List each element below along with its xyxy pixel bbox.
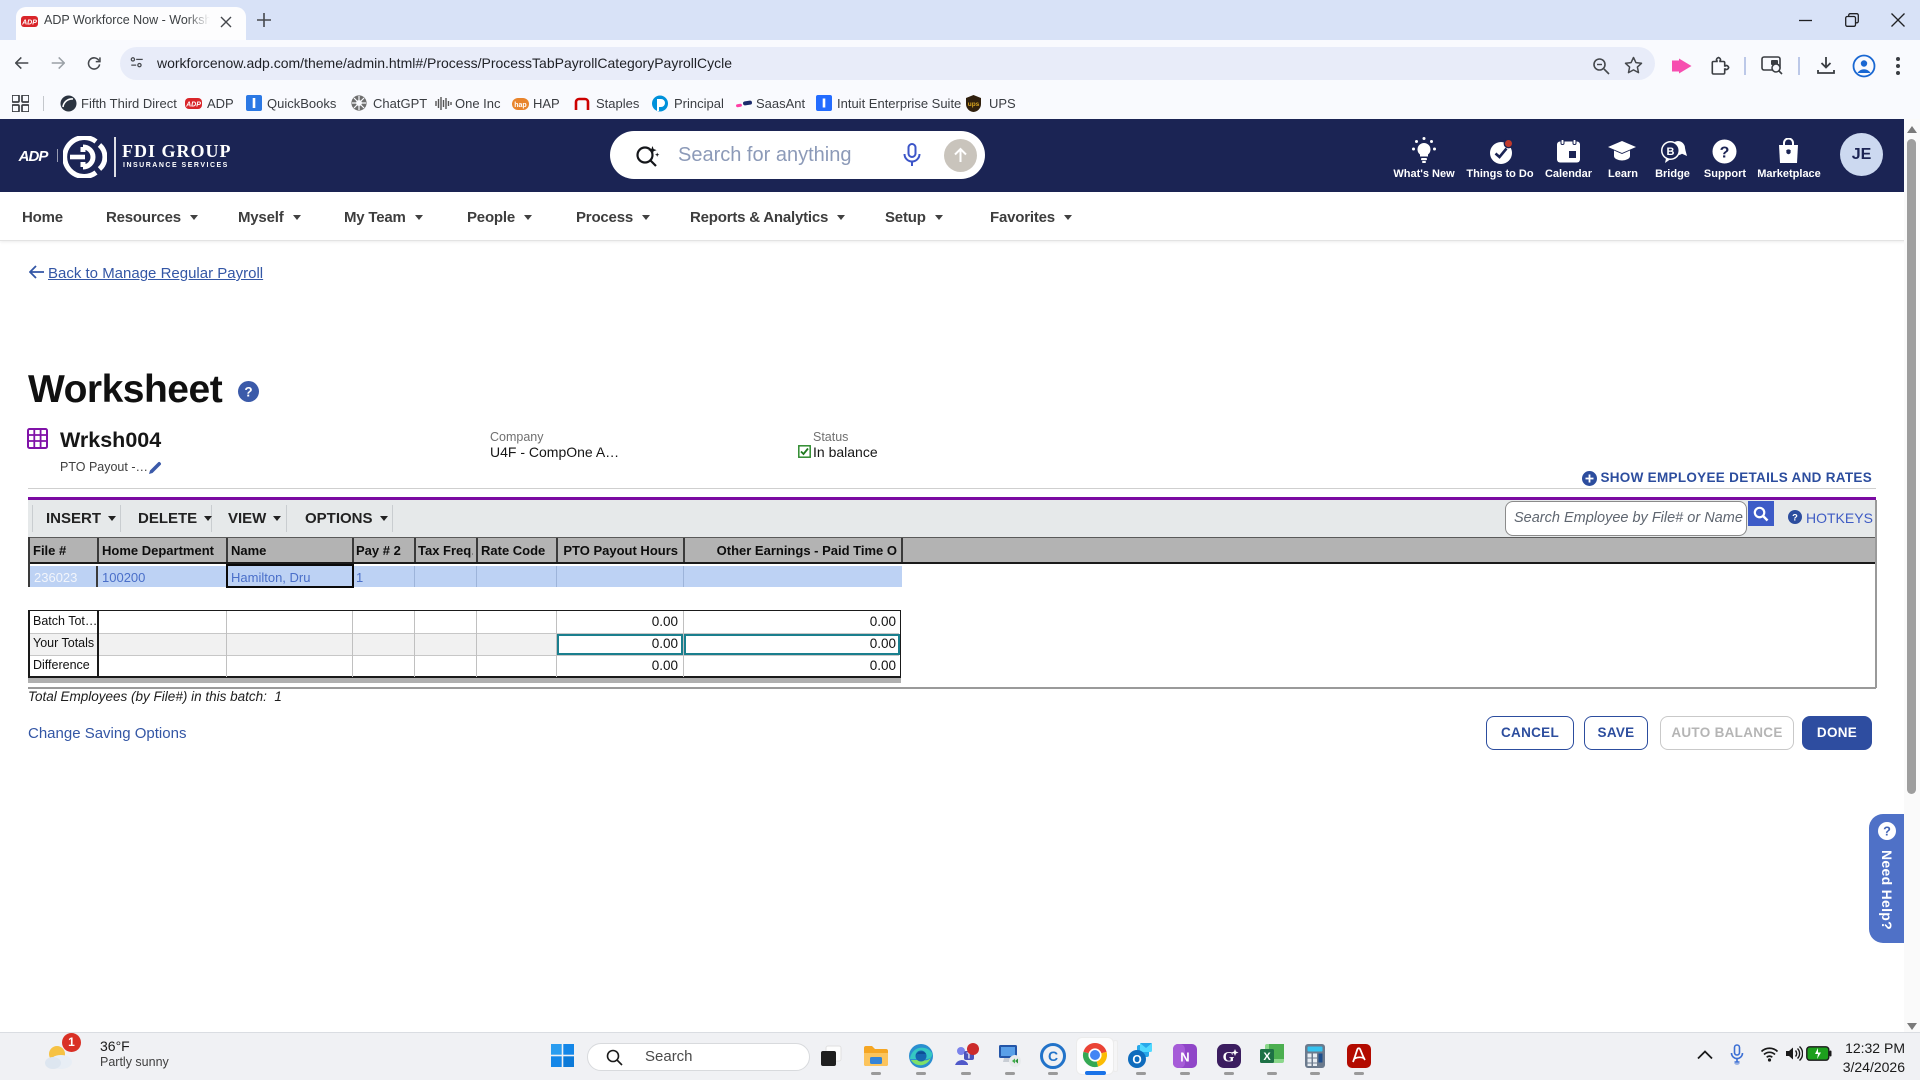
svg-text:?: ? <box>1792 513 1798 523</box>
svg-text:B: B <box>1667 146 1675 158</box>
svg-text:ADP: ADP <box>21 20 37 27</box>
svg-text:G: G <box>1223 1050 1235 1066</box>
svg-text:?: ? <box>1720 145 1730 162</box>
svg-text:hap: hap <box>514 102 526 109</box>
svg-text:ADP: ADP <box>185 102 201 109</box>
svg-text:C: C <box>1048 1048 1058 1064</box>
svg-text:X: X <box>1263 1051 1271 1063</box>
svg-text:O: O <box>1132 1053 1141 1067</box>
svg-text:?: ? <box>244 385 252 400</box>
svg-text:?: ? <box>1883 824 1891 839</box>
svg-text:ups: ups <box>968 101 980 108</box>
svg-text:ADP: ADP <box>18 148 50 165</box>
svg-text:N: N <box>1180 1050 1189 1065</box>
